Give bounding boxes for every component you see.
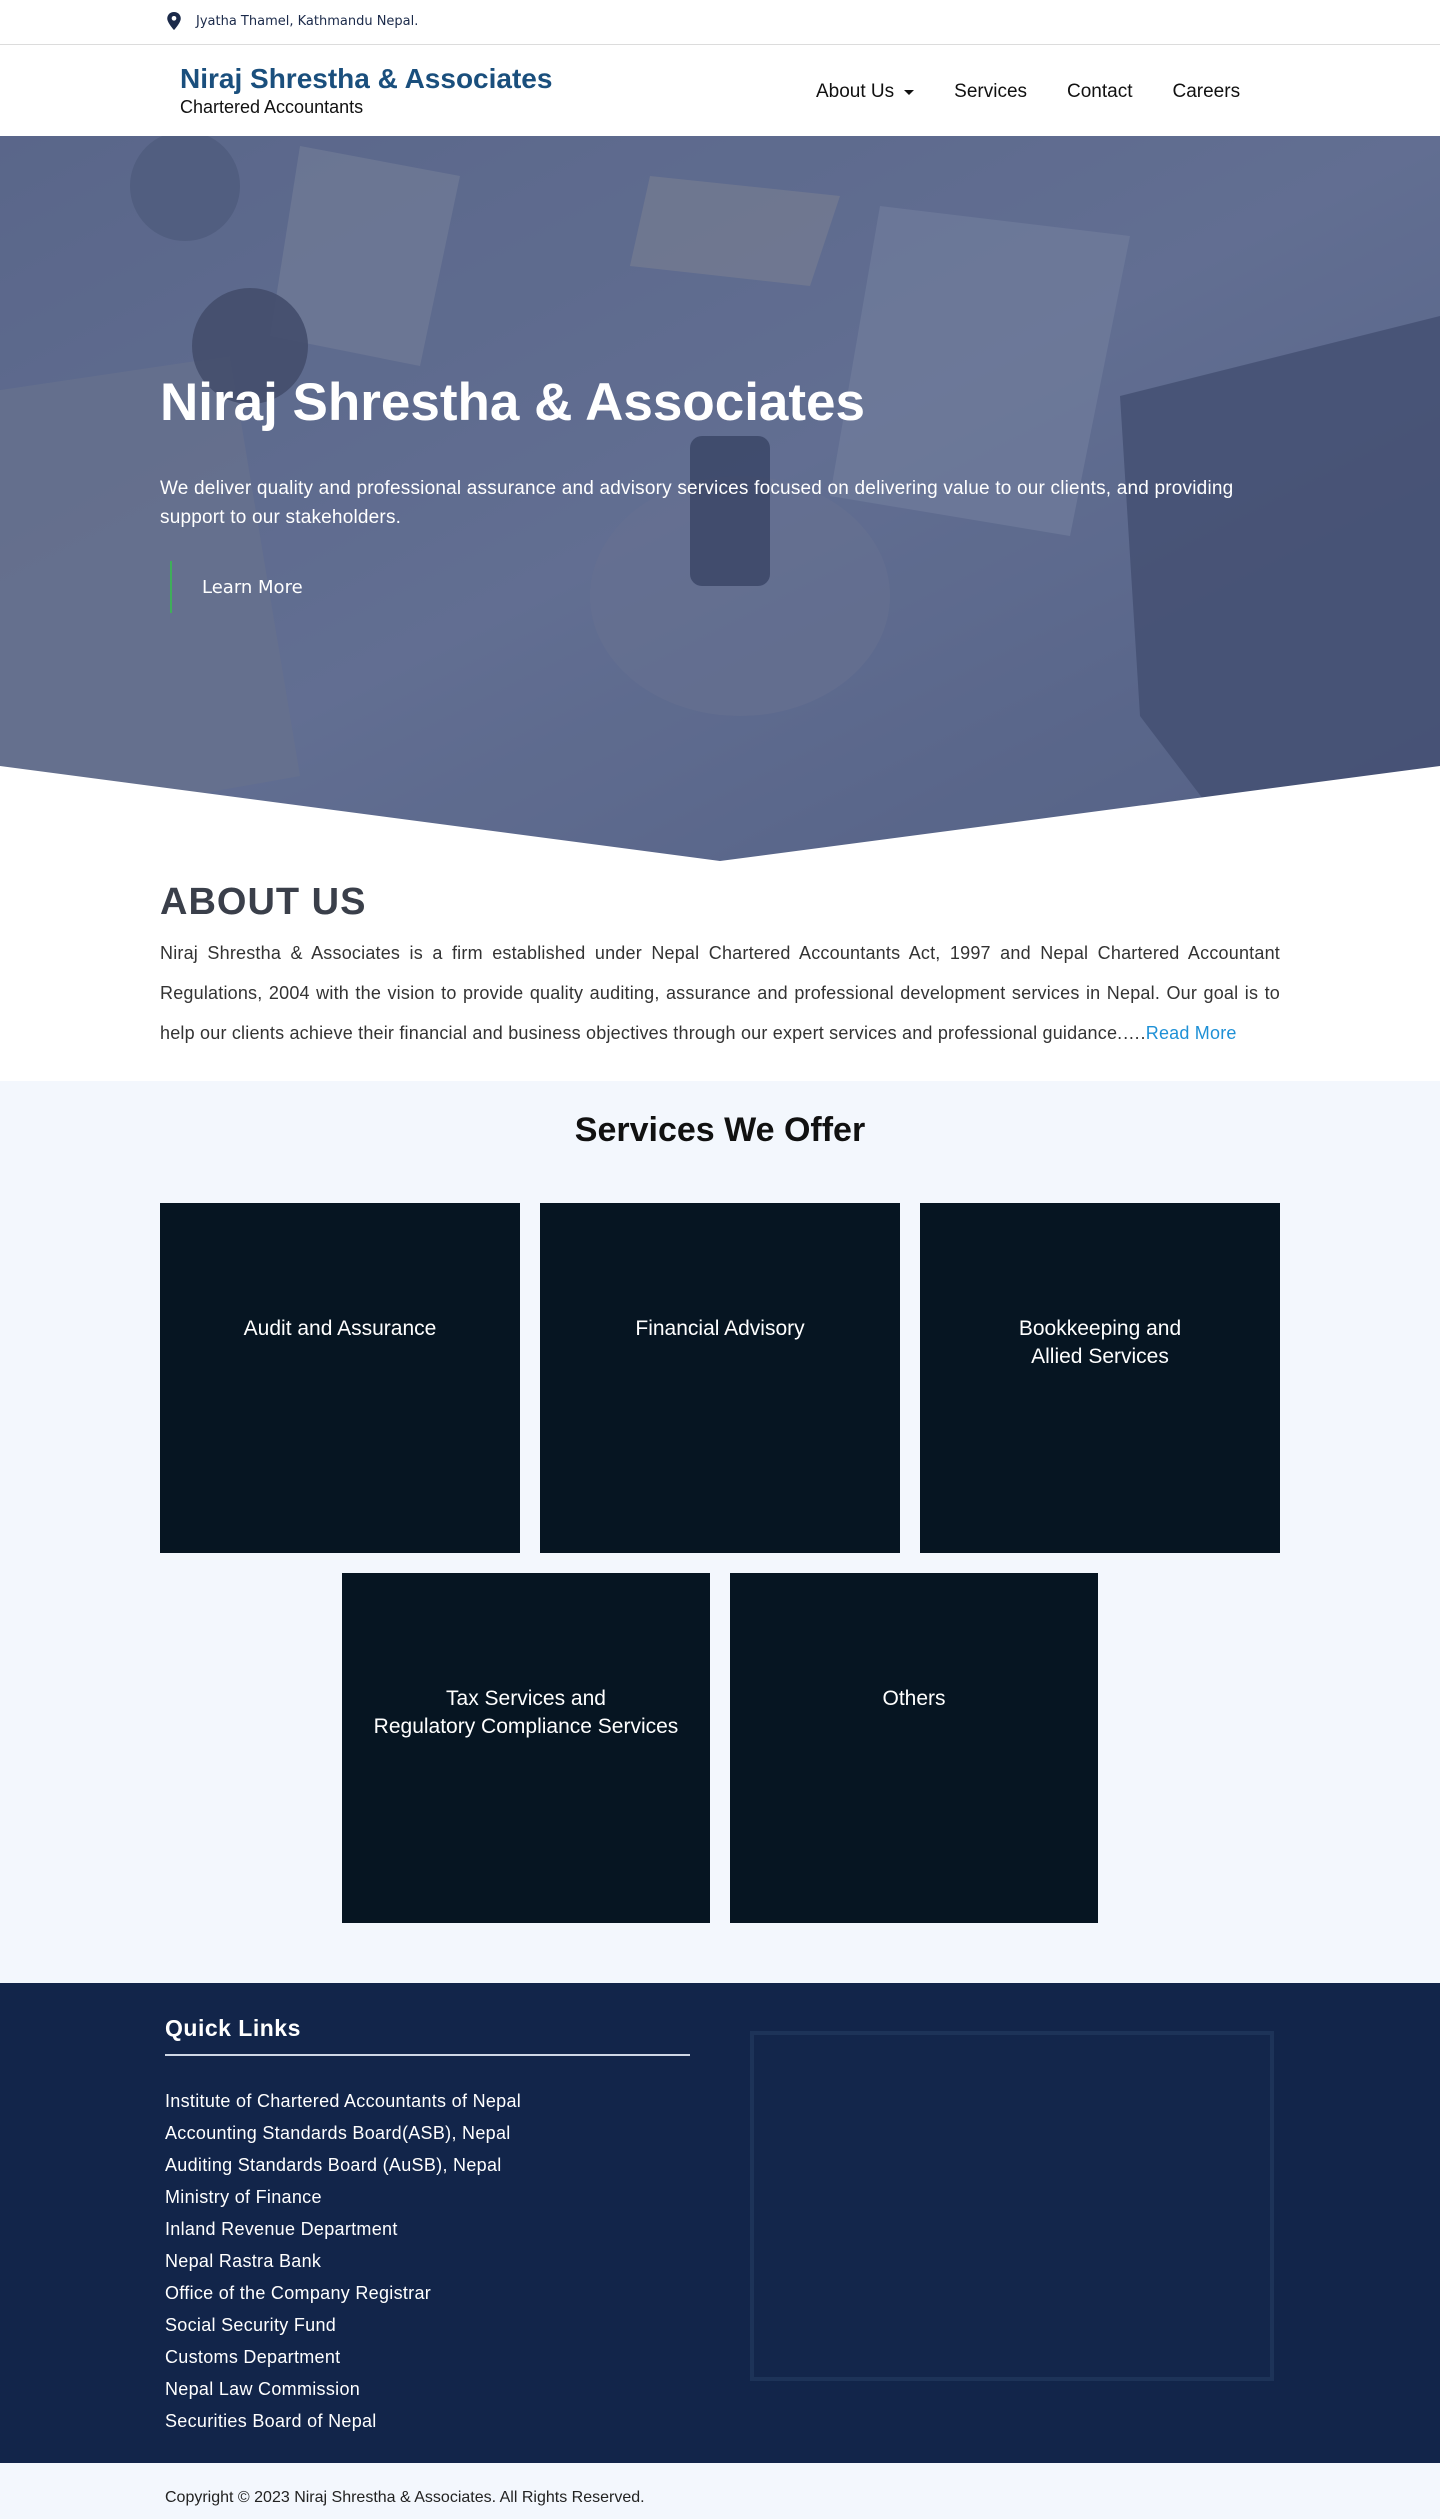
quick-link-law-commission[interactable]: Nepal Law Commission <box>165 2373 521 2405</box>
quick-link-customs[interactable]: Customs Department <box>165 2341 521 2373</box>
nav-careers[interactable]: Careers <box>1173 79 1241 105</box>
service-card-others[interactable]: Others <box>730 1573 1098 1923</box>
hero-description: We deliver quality and professional assu… <box>160 478 1234 528</box>
nav-about-us-label: About Us <box>816 81 895 102</box>
read-more-link[interactable]: Read More <box>1146 1023 1237 1043</box>
quick-links-list: Institute of Chartered Accountants of Ne… <box>165 2085 521 2437</box>
service-card-label: Bookkeeping and Allied Services <box>1018 1317 1182 1368</box>
quick-link-ocr[interactable]: Office of the Company Registrar <box>165 2277 521 2309</box>
nav-services[interactable]: Services <box>954 79 1027 105</box>
learn-more-button[interactable]: Learn More <box>170 561 303 613</box>
about-title: ABOUT US <box>160 881 367 923</box>
hero-banner: Niraj Shrestha & Associates We deliver q… <box>0 136 1440 861</box>
quick-link-ird[interactable]: Inland Revenue Department <box>165 2213 521 2245</box>
service-card-label: Audit and Assurance <box>243 1317 437 1340</box>
service-card-tax[interactable]: Tax Services and Regulatory Compliance S… <box>342 1573 710 1923</box>
service-card-label: Tax Services and Regulatory Compliance S… <box>373 1687 679 1738</box>
top-info-bar: Jyatha Thamel, Kathmandu Nepal. <box>0 0 1440 45</box>
site-header: Niraj Shrestha & Associates Chartered Ac… <box>0 46 1440 136</box>
brand-tagline: Chartered Accountants <box>180 97 364 117</box>
brand-name: Niraj Shrestha & Associates <box>180 63 553 94</box>
quick-link-asb[interactable]: Accounting Standards Board(ASB), Nepal <box>165 2117 521 2149</box>
service-card-audit[interactable]: Audit and Assurance <box>160 1203 520 1553</box>
map-pin-icon <box>167 12 181 30</box>
quick-link-nrb[interactable]: Nepal Rastra Bank <box>165 2245 521 2277</box>
main-nav: About Us Services Contact Careers <box>816 79 1280 105</box>
copyright-bar: Copyright © 2023 Niraj Shrestha & Associ… <box>0 2463 1440 2519</box>
service-card-bookkeeping[interactable]: Bookkeeping and Allied Services <box>920 1203 1280 1553</box>
service-card-label: Others <box>882 1687 946 1710</box>
service-card-financial-advisory[interactable]: Financial Advisory <box>540 1203 900 1553</box>
map-embed[interactable] <box>750 2031 1274 2381</box>
quick-link-mof[interactable]: Ministry of Finance <box>165 2181 521 2213</box>
services-title: Services We Offer <box>574 1111 866 1149</box>
quick-link-sebon[interactable]: Securities Board of Nepal <box>165 2405 521 2437</box>
nav-contact[interactable]: Contact <box>1067 79 1132 105</box>
quick-link-ican[interactable]: Institute of Chartered Accountants of Ne… <box>165 2085 521 2117</box>
site-footer: Quick Links Institute of Chartered Accou… <box>0 1983 1440 2463</box>
service-card-label: Financial Advisory <box>635 1317 805 1340</box>
services-section: Services We Offer Audit and Assurance Fi… <box>0 1081 1440 1983</box>
about-body: Niraj Shrestha & Associates is a firm es… <box>160 943 1280 1043</box>
about-section: ABOUT US Niraj Shrestha & Associates is … <box>0 861 1440 1081</box>
quick-link-ausb[interactable]: Auditing Standards Board (AuSB), Nepal <box>165 2149 521 2181</box>
address-text: Jyatha Thamel, Kathmandu Nepal. <box>196 13 419 29</box>
nav-about-us[interactable]: About Us <box>816 79 915 105</box>
copyright-text: Copyright © 2023 Niraj Shrestha & Associ… <box>165 2489 645 2506</box>
quick-links-divider <box>165 2054 690 2056</box>
address-line: Jyatha Thamel, Kathmandu Nepal. <box>166 12 418 30</box>
quick-link-ssf[interactable]: Social Security Fund <box>165 2309 521 2341</box>
quick-links-title: Quick Links <box>165 2015 301 2041</box>
hero-title: Niraj Shrestha & Associates <box>160 373 865 432</box>
caret-down-icon <box>904 89 915 95</box>
about-text: Niraj Shrestha & Associates is a firm es… <box>160 933 1280 1053</box>
brand-logo[interactable]: Niraj Shrestha & Associates Chartered Ac… <box>180 62 552 118</box>
